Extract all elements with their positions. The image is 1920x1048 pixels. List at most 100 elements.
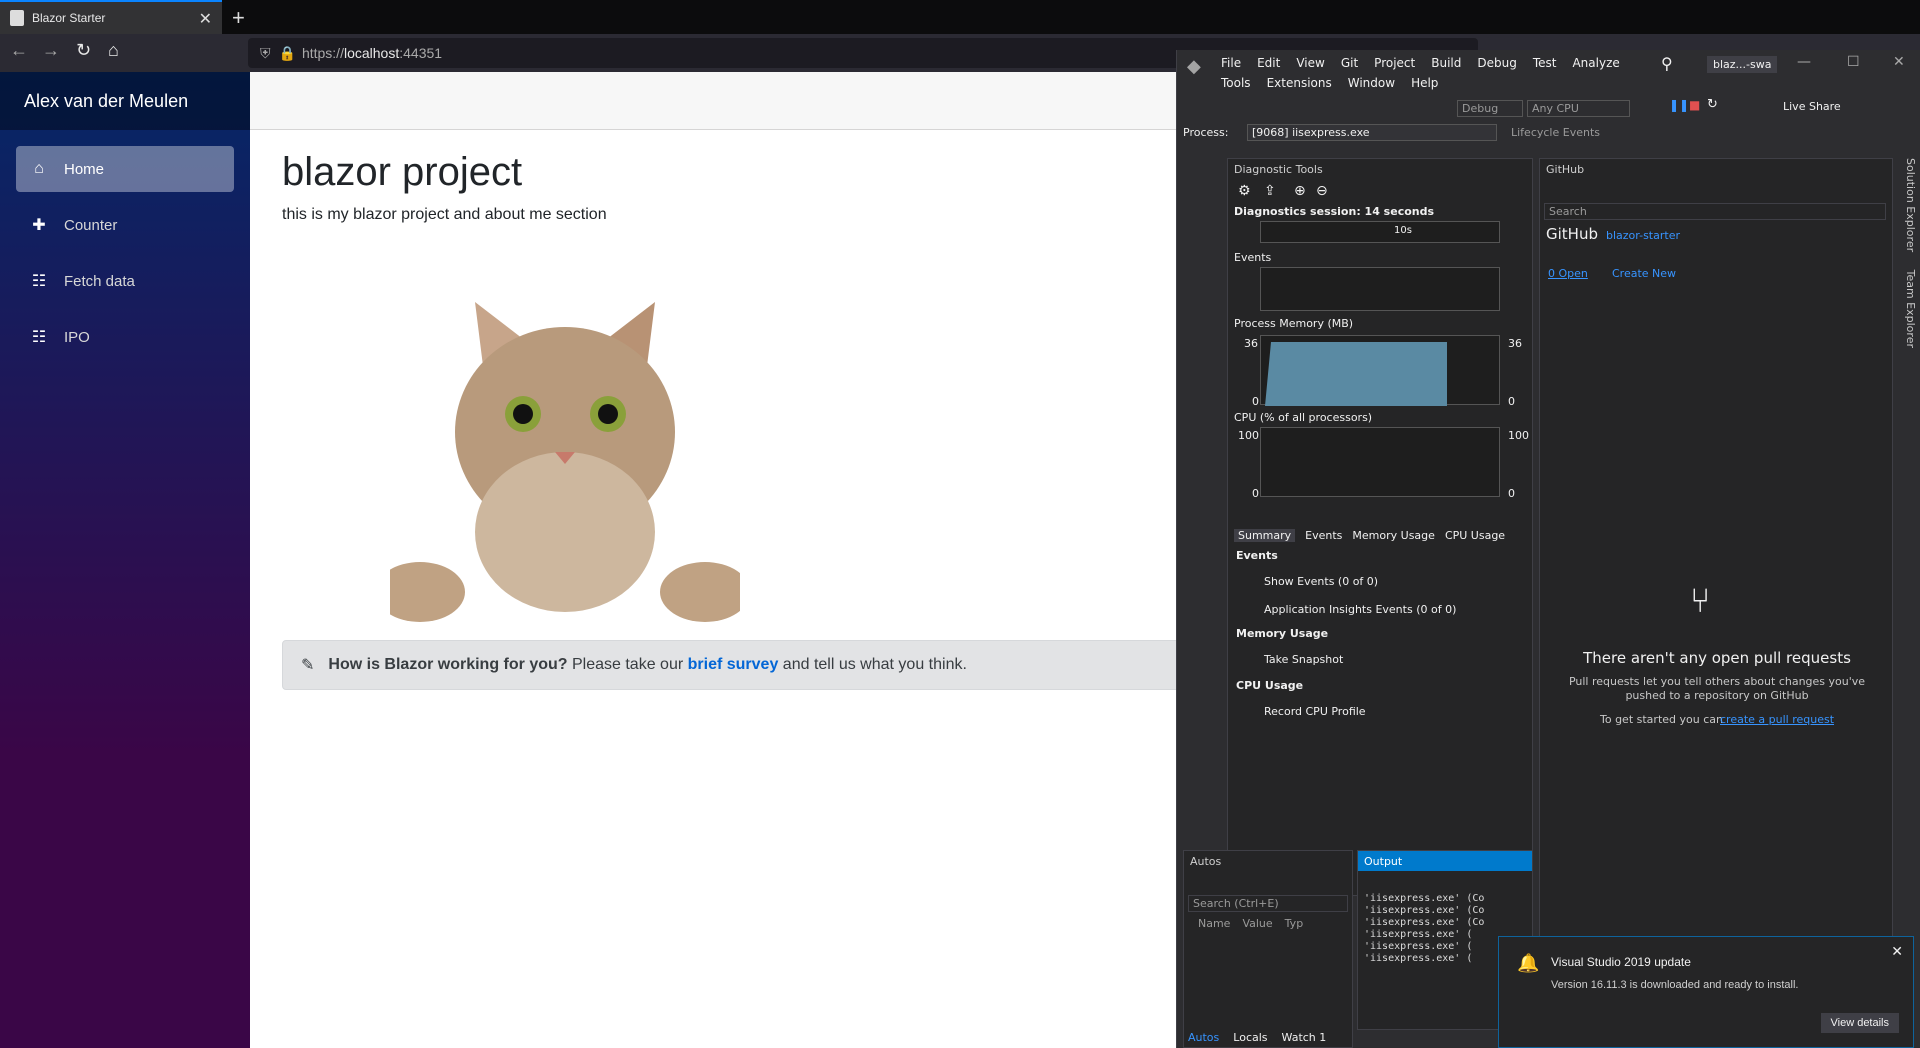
- pr-desc-1: Pull requests let you tell others about …: [1568, 675, 1866, 688]
- view-details-button[interactable]: View details: [1820, 1013, 1899, 1033]
- maximize-icon[interactable]: ☐: [1847, 54, 1860, 70]
- col-type: Typ: [1284, 917, 1304, 930]
- new-tab-icon[interactable]: +: [232, 5, 245, 31]
- create-new-link[interactable]: Create New: [1612, 267, 1676, 280]
- settings-icon[interactable]: ⚙: [1238, 183, 1251, 199]
- events-track: [1260, 267, 1500, 311]
- top-row: [250, 72, 1180, 130]
- url-host: localhost: [343, 45, 400, 61]
- close-icon[interactable]: ✕: [1893, 54, 1905, 70]
- cat-image: [390, 302, 740, 622]
- get-started-text: To get started you can: [1600, 713, 1723, 726]
- tab-autos[interactable]: Autos: [1188, 1031, 1219, 1044]
- menu-edit[interactable]: Edit: [1257, 56, 1280, 70]
- menu-help[interactable]: Help: [1411, 76, 1438, 90]
- menu-analyze[interactable]: Analyze: [1572, 56, 1619, 70]
- menu-git[interactable]: Git: [1341, 56, 1358, 70]
- menu-build[interactable]: Build: [1431, 56, 1461, 70]
- page-subtitle: this is my blazor project and about me s…: [282, 206, 607, 223]
- menu-window[interactable]: Window: [1348, 76, 1395, 90]
- export-icon[interactable]: ⇪: [1264, 183, 1276, 199]
- team-explorer-tab[interactable]: Team Explorer: [1904, 270, 1917, 348]
- sidebar-item-counter[interactable]: ✚ Counter: [16, 202, 234, 248]
- menu-bar-row2: Tools Extensions Window Help: [1221, 76, 1438, 90]
- col-name: Name: [1198, 917, 1231, 930]
- reload-icon[interactable]: ↻: [76, 40, 91, 61]
- app-insights-link[interactable]: Application Insights Events (0 of 0): [1264, 603, 1456, 616]
- sidebar-item-ipo[interactable]: ☷ IPO: [16, 314, 234, 360]
- minimize-icon[interactable]: —: [1797, 54, 1811, 70]
- memory-min-left: 0: [1252, 395, 1259, 408]
- autos-search[interactable]: Search (Ctrl+E): [1188, 895, 1348, 912]
- brand[interactable]: Alex van der Meulen: [0, 72, 250, 130]
- update-notification: 🔔 ✕ Visual Studio 2019 update Version 16…: [1498, 936, 1914, 1048]
- tab-cpu-usage[interactable]: CPU Usage: [1445, 529, 1505, 542]
- notification-title: Visual Studio 2019 update: [1551, 955, 1691, 969]
- memory-section: Memory Usage: [1236, 627, 1329, 640]
- timeline-tick: 10s: [1394, 225, 1412, 236]
- search-icon[interactable]: ⚲: [1661, 54, 1673, 73]
- menu-test[interactable]: Test: [1533, 56, 1557, 70]
- tab-summary[interactable]: Summary: [1234, 529, 1296, 542]
- output-line: 'iisexpress.exe' (Co: [1364, 917, 1485, 928]
- open-prs-dropdown[interactable]: 0 Open: [1548, 267, 1588, 280]
- lifecycle-events[interactable]: Lifecycle Events: [1511, 126, 1600, 139]
- restart-icon[interactable]: ↻: [1707, 97, 1718, 112]
- menu-debug[interactable]: Debug: [1477, 56, 1516, 70]
- github-search[interactable]: Search: [1544, 203, 1886, 220]
- close-notification-icon[interactable]: ✕: [1891, 943, 1903, 960]
- menu-view[interactable]: View: [1296, 56, 1324, 70]
- sidebar-item-home[interactable]: ⌂ Home: [16, 146, 234, 192]
- sidebar-item-label: Counter: [64, 216, 118, 234]
- close-tab-icon[interactable]: ✕: [199, 9, 212, 29]
- output-text: 'iisexpress.exe' (Co 'iisexpress.exe' (C…: [1364, 893, 1484, 965]
- cpu-track-label: CPU (% of all processors): [1234, 411, 1373, 424]
- cpu-max-left: 100: [1238, 429, 1259, 442]
- forward-icon[interactable]: →: [42, 40, 60, 61]
- record-cpu-button[interactable]: Record CPU Profile: [1264, 705, 1366, 718]
- page-icon: [10, 10, 24, 26]
- take-snapshot-button[interactable]: Take Snapshot: [1264, 653, 1343, 666]
- platform-dropdown[interactable]: Any CPU: [1527, 100, 1630, 117]
- memory-series: [1265, 342, 1447, 406]
- tab-events[interactable]: Events: [1305, 529, 1342, 542]
- no-pr-heading: There aren't any open pull requests: [1583, 649, 1851, 667]
- home-icon[interactable]: ⌂: [108, 40, 119, 61]
- timeline-ruler[interactable]: [1260, 221, 1500, 243]
- show-events-link[interactable]: Show Events (0 of 0): [1264, 575, 1378, 588]
- tab-locals[interactable]: Locals: [1233, 1031, 1267, 1044]
- pause-icon[interactable]: ❚❚: [1669, 98, 1689, 112]
- live-share-button[interactable]: Live Share: [1783, 100, 1841, 113]
- survey-link[interactable]: brief survey: [688, 656, 779, 674]
- sidebar-item-label: IPO: [64, 328, 90, 346]
- browser-tab[interactable]: Blazor Starter ✕: [0, 0, 222, 34]
- menu-extensions[interactable]: Extensions: [1267, 76, 1332, 90]
- pr-desc-2: pushed to a repository on GitHub: [1625, 689, 1809, 702]
- config-dropdown[interactable]: Debug: [1457, 100, 1524, 117]
- tab-watch-1[interactable]: Watch 1: [1282, 1031, 1327, 1044]
- zoom-out-icon[interactable]: ⊖: [1316, 183, 1328, 199]
- stop-icon[interactable]: ■: [1689, 98, 1700, 112]
- menu-project[interactable]: Project: [1374, 56, 1415, 70]
- events-section: Events: [1236, 549, 1278, 562]
- repo-link[interactable]: blazor-starter: [1606, 229, 1680, 242]
- process-label: Process:: [1183, 126, 1229, 139]
- create-pr-link[interactable]: create a pull request: [1720, 713, 1834, 726]
- notification-body: Version 16.11.3 is downloaded and ready …: [1551, 979, 1799, 991]
- process-dropdown[interactable]: [9068] iisexpress.exe: [1247, 124, 1497, 141]
- menu-bar-row1: File Edit View Git Project Build Debug T…: [1221, 56, 1620, 70]
- menu-file[interactable]: File: [1221, 56, 1241, 70]
- zoom-in-icon[interactable]: ⊕: [1294, 183, 1306, 199]
- menu-tools[interactable]: Tools: [1221, 76, 1251, 90]
- tab-memory-usage[interactable]: Memory Usage: [1352, 529, 1435, 542]
- output-header: Output: [1358, 851, 1532, 871]
- solution-explorer-tab[interactable]: Solution Explorer: [1904, 158, 1917, 252]
- session-info: Diagnostics session: 14 seconds: [1234, 205, 1435, 218]
- github-header: GitHub: [1546, 162, 1585, 176]
- back-icon[interactable]: ←: [10, 40, 28, 61]
- cpu-chart: [1260, 427, 1500, 497]
- sidebar: Alex van der Meulen ⌂ Home ✚ Counter ☷ Fetc…: [0, 72, 250, 1048]
- survey-text: Please take our: [571, 656, 684, 673]
- page-title: blazor project: [282, 150, 523, 194]
- sidebar-item-fetch-data[interactable]: ☷ Fetch data: [16, 258, 234, 304]
